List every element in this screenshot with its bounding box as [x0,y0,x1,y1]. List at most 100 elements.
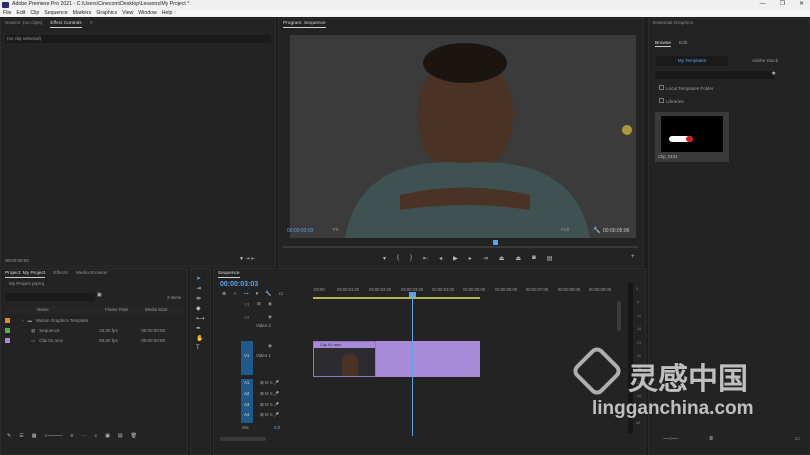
work-area-bar[interactable] [313,297,480,299]
eg-size-slider[interactable]: ◦—○— [663,436,678,442]
snap-icon[interactable]: ∩ [233,291,237,297]
track-id[interactable]: A1 [244,380,249,385]
play-icon[interactable]: ▶ [453,255,458,262]
step-forward-icon[interactable]: ▸ [469,255,472,262]
add-marker-icon[interactable]: ▾ [256,291,259,297]
menu-markers[interactable]: Markers [73,9,92,17]
tab-edit[interactable]: Edit [679,41,687,47]
wrench-icon[interactable]: 🔧 [593,227,600,234]
linked-selection-icon[interactable]: ⊶ [244,291,249,297]
project-item-sequence[interactable]: ▦ Sequence 25,00 fps 00:00:00:00 [5,326,183,336]
audio-track-controls[interactable]: ⊠ M S 🎤 [260,380,279,386]
audio-track-controls[interactable]: ⊠ M S 🎤 [260,412,279,418]
tab-sequence[interactable]: Sequence [218,269,240,278]
template-search-input[interactable] [655,71,775,79]
menu-file[interactable]: File [3,9,11,17]
quality-select[interactable]: Full [561,228,569,233]
timeline-playhead-line[interactable] [412,293,413,436]
timeline-playhead-handle[interactable] [409,292,416,297]
sort-icon[interactable]: ≣ [709,436,713,442]
filter-icon[interactable]: ▼ ⇥ ⇤ [239,256,255,262]
find-icon[interactable]: ⌕ [94,433,97,439]
razor-tool-icon[interactable]: ◆ [196,305,205,312]
go-to-in-icon[interactable]: ⇤ [423,255,428,262]
toggle-output-icon[interactable]: ◉ [268,301,272,307]
add-button-icon[interactable]: + [631,254,635,260]
trash-icon[interactable]: 🗑 [131,433,137,439]
timeline-ruler[interactable]: :00:00 00:00:01:00 00:00:02:00 00:00:03:… [313,287,631,297]
close-button[interactable]: ✕ [799,0,804,9]
step-back-icon[interactable]: ◂ [439,255,442,262]
source-patch-v1[interactable] [241,341,253,375]
program-playhead[interactable] [493,240,498,245]
icon-view-icon[interactable]: ▦ [32,433,37,439]
menu-edit[interactable]: Edit [16,9,25,17]
track-select-tool-icon[interactable]: ⇥ [196,285,205,292]
program-current-time[interactable]: 00:00:03:03 [287,228,313,234]
project-item-mgt[interactable]: › ▬ Motion Graphics Template [5,316,183,326]
captions-icon[interactable]: ▭ [279,291,284,297]
tab-source[interactable]: Source: (no clips) [5,19,42,28]
audio-track-controls[interactable]: ⊠ M S 🎤 [260,402,279,408]
project-item-clip[interactable]: ▭ Clip 01.mov 60,00 fps 00:00:00:00 [5,336,183,346]
tab-browse[interactable]: Browse [655,41,671,47]
new-bin-folder-icon[interactable]: ▣ [97,292,102,298]
timeline-current-time[interactable]: 00:00:03:03 [220,281,258,288]
col-frame-rate[interactable]: Frame Rate [105,306,128,314]
toggle-output-icon[interactable]: ◉ [268,314,272,320]
lift-icon[interactable]: ⏏ [499,255,505,262]
panel-menu-icon[interactable]: ≡ [90,19,93,28]
pen-tool-icon[interactable]: ✒ [196,325,205,332]
timeline-vertical-scrollbar[interactable] [617,301,621,331]
tab-adobe-stock[interactable]: Adobe Stock [729,56,801,66]
sort-icons-icon[interactable]: ≡ [70,433,73,439]
tab-my-templates[interactable]: My Templates [656,56,728,66]
tab-effects[interactable]: Effects [53,269,68,278]
menu-sequence[interactable]: Sequence [44,9,67,17]
track-id[interactable]: V3 [244,302,249,307]
menu-help[interactable]: Help [162,9,173,17]
marker-icon[interactable]: ▾ [383,255,386,262]
template-card[interactable]: Clip_0101 [655,112,729,162]
col-media-start[interactable]: Media Start [145,306,167,314]
selection-tool-icon[interactable]: ➤ [196,275,205,282]
minimize-button[interactable]: — [760,0,766,9]
type-tool-icon[interactable]: T [196,345,205,351]
audio-track-controls[interactable]: ⊠ M S 🎤 [260,391,279,397]
program-scrub-bar[interactable] [283,246,638,248]
option-libraries[interactable]: Libraries [659,98,684,104]
mark-in-icon[interactable]: { [397,255,399,262]
clip-thumbnail[interactable]: Clip 01.mov [313,341,376,377]
ripple-edit-tool-icon[interactable]: ⇹ [196,295,205,302]
menu-view[interactable]: View [122,9,133,17]
tab-project[interactable]: Project: My Project [5,269,46,278]
new-bin-icon[interactable]: ▣ [105,433,110,439]
track-id[interactable]: A3 [244,402,249,407]
comparison-view-icon[interactable]: ▤ [547,255,553,262]
chevron-right-icon[interactable]: › [22,316,24,326]
project-search-input[interactable] [5,293,95,301]
list-view-icon[interactable]: ☰ [19,433,23,439]
track-id[interactable]: A4 [244,412,249,417]
track-id[interactable]: A2 [244,391,249,396]
timeline-settings-icon[interactable]: 🔧 [265,291,271,297]
new-bin-icon[interactable]: ▭ [795,436,800,442]
menu-graphics[interactable]: Graphics [96,9,117,17]
star-icon[interactable]: ★ [771,70,776,77]
mix-value[interactable]: 0,0 [274,425,280,430]
zoom-select[interactable]: Fit [333,228,338,233]
menu-clip[interactable]: Clip [30,9,39,17]
automate-icon[interactable]: ⋯ [81,433,86,439]
zoom-slider[interactable]: ○——— [44,433,62,439]
toggle-sync-lock-icon[interactable]: ⊠ [257,301,261,307]
hand-tool-icon[interactable]: ✋ [196,335,205,342]
clip-body[interactable] [376,341,480,377]
pencil-icon[interactable]: ✎ [7,433,11,439]
tab-effect-controls[interactable]: Effect Controls [50,19,82,28]
export-frame-icon[interactable]: ◙ [532,255,536,262]
slip-tool-icon[interactable]: ⟷ [196,315,205,322]
col-name[interactable]: Name [37,306,49,314]
track-id[interactable]: V2 [244,315,249,320]
tab-media-browser[interactable]: Media Browser [76,269,108,278]
nest-icon[interactable]: ⊕ [222,291,226,297]
